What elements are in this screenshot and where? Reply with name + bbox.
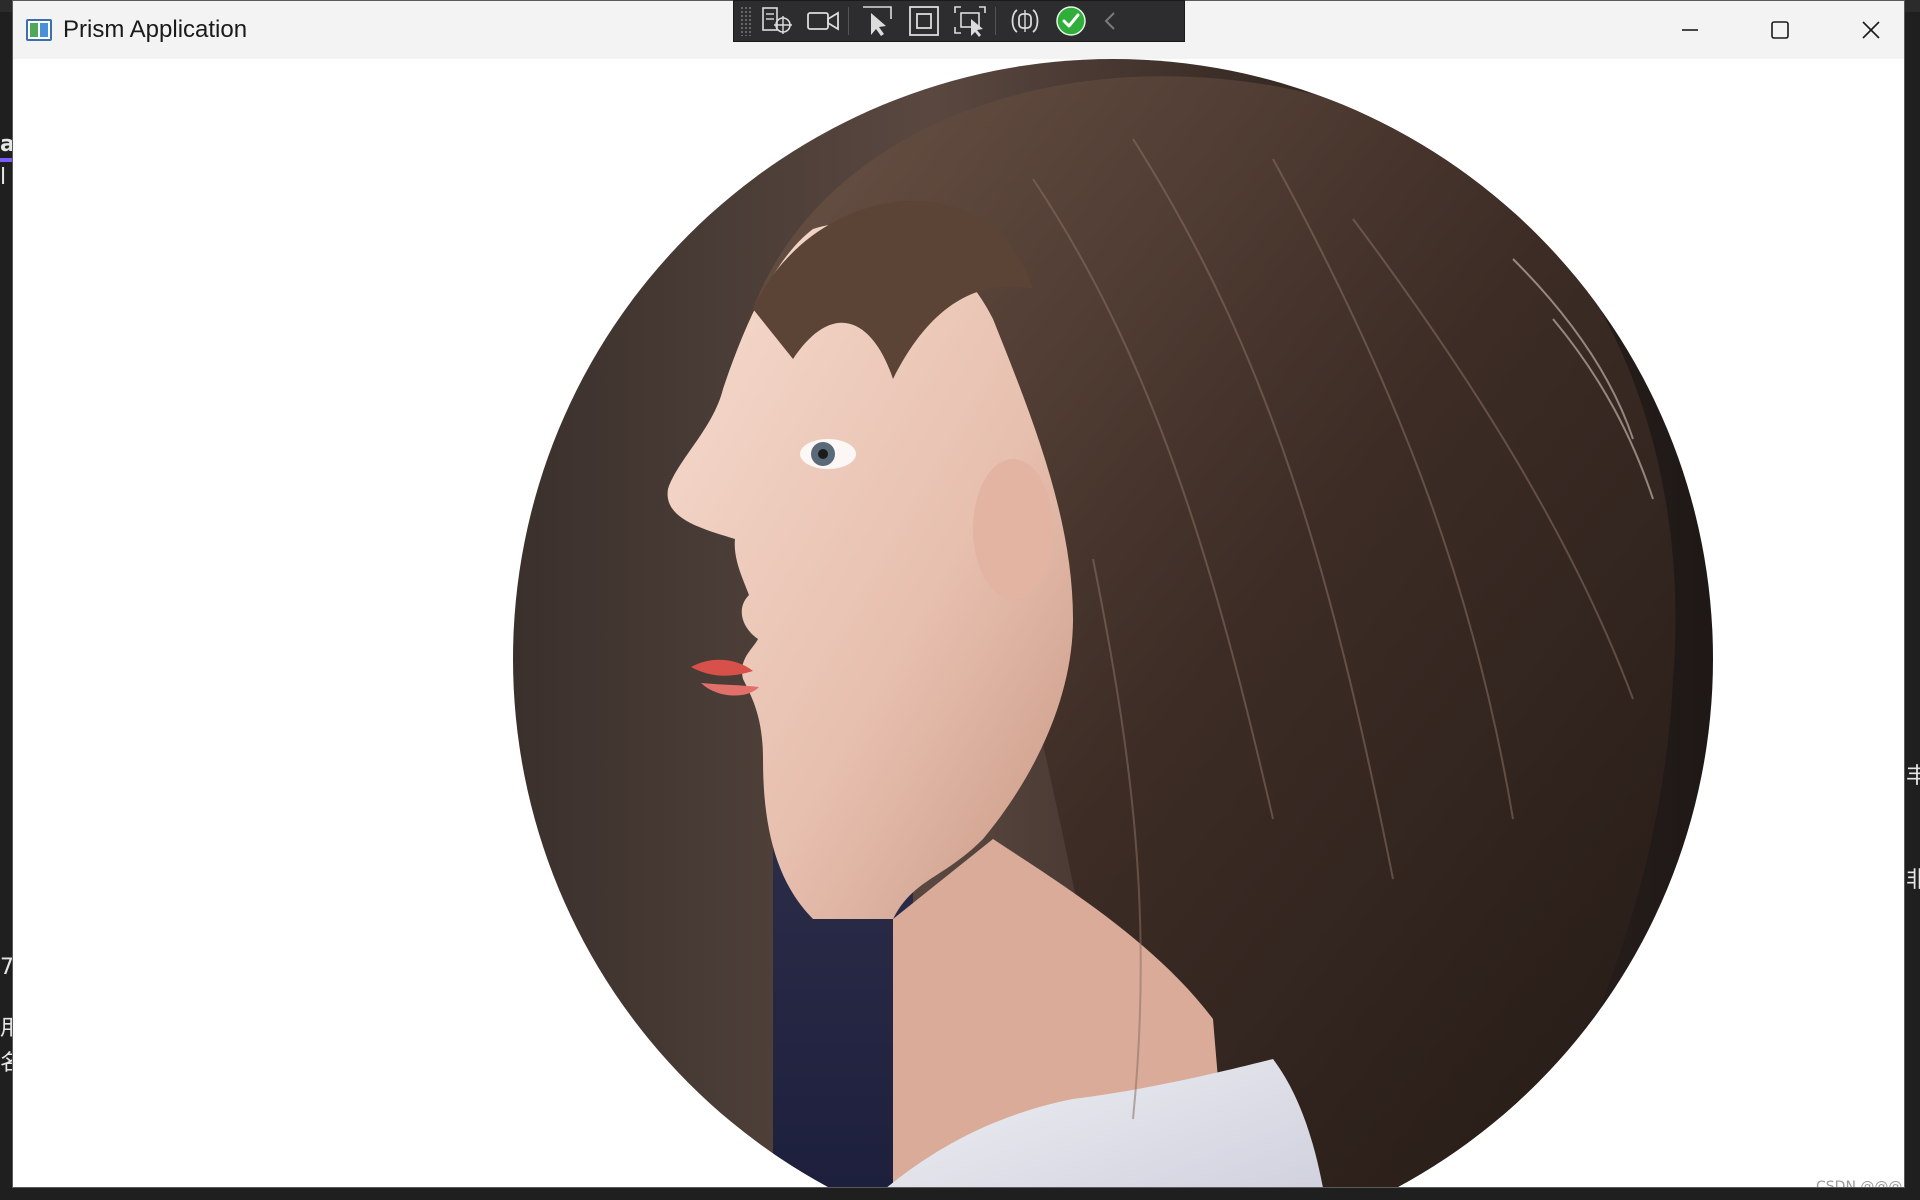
background-text-fragment: 丰	[1906, 764, 1920, 789]
window-title: Prism Application	[63, 16, 248, 43]
binding-failures-icon	[1011, 9, 1039, 33]
maximize-icon	[1771, 21, 1789, 39]
collapse-chevron-icon	[1104, 12, 1115, 30]
binding-failures-button[interactable]	[1004, 3, 1046, 39]
status-check-button[interactable]	[1050, 3, 1092, 39]
debug-toolbar	[733, 0, 1185, 42]
close-button[interactable]	[1828, 1, 1904, 59]
maximize-button[interactable]	[1737, 1, 1823, 59]
layout-adorner-icon	[909, 6, 939, 36]
minimize-button[interactable]	[1647, 1, 1733, 59]
toolbar-grip-handle[interactable]	[740, 6, 752, 36]
content-area	[13, 59, 1904, 1187]
select-element-button[interactable]	[756, 3, 798, 39]
record-button[interactable]	[802, 3, 844, 39]
portrait-photo	[513, 59, 1713, 1187]
select-element-icon	[762, 7, 792, 34]
toolbar-separator	[995, 7, 996, 35]
circular-portrait-image	[513, 59, 1713, 1187]
select-pointer-button[interactable]	[857, 3, 899, 39]
check-status-icon	[1056, 6, 1086, 36]
layout-adorner-button[interactable]	[903, 3, 945, 39]
close-icon	[1862, 21, 1880, 39]
track-focus-icon	[954, 6, 986, 37]
collapse-toolbar-button[interactable]	[1096, 3, 1124, 39]
watermark-text: CSDN @@@小何	[1816, 1179, 1904, 1188]
record-icon	[807, 11, 839, 31]
select-pointer-icon	[863, 6, 892, 36]
track-focus-button[interactable]	[949, 3, 991, 39]
prism-application-window: Prism Application CSDN @@@	[12, 0, 1905, 1188]
minimize-icon	[1682, 29, 1698, 31]
toolbar-separator	[848, 7, 849, 35]
background-text-fragment: 非	[1906, 868, 1920, 893]
app-window-icon	[26, 19, 52, 41]
